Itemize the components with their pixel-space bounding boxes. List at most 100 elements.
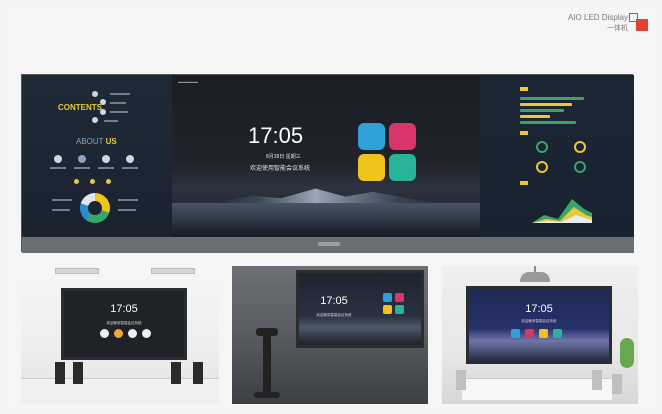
wide-led-display: CONTENTS ABOUT US ▬▬▬▬▬ 17:05 8月28日 星期三 … — [21, 74, 634, 253]
display-bezel — [22, 237, 634, 253]
bar-graphic — [520, 121, 576, 124]
bullet-icon — [90, 179, 95, 184]
node-graphic — [574, 141, 586, 153]
about-word: US — [105, 137, 117, 146]
clock-date: 8月28日 星期三 — [266, 154, 301, 160]
app-icon — [553, 329, 562, 338]
left-infographic-pane: CONTENTS ABOUT US — [22, 75, 172, 237]
node-graphic — [536, 161, 548, 173]
chair-graphic — [73, 362, 83, 384]
brand-block: AIO LED Display 一体机 — [568, 12, 628, 34]
lake-background — [172, 203, 480, 237]
bezel-logo-icon — [318, 242, 340, 246]
contents-node-icon — [100, 109, 106, 115]
clock-time: 17:05 — [248, 123, 304, 148]
text-line — [122, 167, 138, 169]
panel-subtitle: 欢迎使用智能会议系统 — [106, 321, 142, 325]
stand-pole-graphic — [263, 336, 271, 394]
apps-grid-icon[interactable] — [389, 154, 416, 181]
bar-graphic — [520, 109, 564, 112]
display-screen: CONTENTS ABOUT US ▬▬▬▬▬ 17:05 8月28日 星期三 … — [22, 75, 634, 237]
app-icon — [525, 329, 534, 338]
panel-time: 17:05 — [320, 295, 348, 307]
panel-time: 17:05 — [525, 303, 553, 315]
panel-time: 17:05 — [110, 303, 138, 315]
chart-tag — [520, 87, 528, 91]
welcome-text: 欢迎使用智能会议系统 — [250, 166, 311, 172]
display-panel: 17:05 欢迎使用智能会议系统 — [466, 286, 612, 364]
brand-title: AIO LED Display — [567, 13, 628, 22]
about-prefix: ABOUT — [76, 137, 104, 146]
about-us-title: ABOUT US — [76, 137, 117, 146]
app-icon — [539, 329, 548, 338]
decorative-red-square-icon — [636, 19, 648, 31]
brand-subtitle: 一体机 — [607, 25, 628, 32]
bar-graphic — [520, 115, 550, 118]
chair-graphic — [171, 362, 181, 384]
about-icon — [102, 155, 110, 163]
app-icon — [511, 329, 520, 338]
bullet-icon — [74, 179, 79, 184]
photo-meeting-room-2: 17:05 欢迎使用智能会议系统 — [442, 266, 638, 404]
display-panel: 17:05 欢迎使用智能会议系统 — [296, 270, 424, 348]
stand-top-graphic — [256, 328, 278, 336]
text-line — [110, 93, 130, 95]
app-icon — [114, 329, 123, 338]
bullet-icon — [106, 179, 111, 184]
panel-subtitle: 欢迎使用智能会议系统 — [521, 319, 557, 323]
app-tiles — [358, 123, 418, 183]
text-line — [118, 199, 138, 201]
text-line — [110, 111, 128, 113]
app-icon — [395, 293, 404, 302]
mountain-background — [212, 188, 442, 203]
contents-node-icon — [92, 117, 98, 123]
pendant-lamp-icon — [520, 272, 550, 282]
donut-graphic — [80, 193, 110, 223]
text-line — [110, 102, 126, 104]
text-line — [52, 209, 70, 211]
chair-graphic — [592, 370, 602, 390]
app-icon — [395, 305, 404, 314]
text-line — [104, 120, 118, 122]
contents-title: CONTENTS — [58, 103, 102, 112]
status-strip: ▬▬▬▬▬ — [178, 79, 198, 84]
panel-subtitle: 欢迎使用智能会议系统 — [316, 313, 352, 317]
about-icon — [126, 155, 134, 163]
photo-meeting-room-1: 17:05 欢迎使用智能会议系统 — [21, 266, 219, 404]
app-icon — [383, 293, 392, 302]
whiteboard-icon[interactable] — [389, 123, 416, 150]
chart-tag — [520, 181, 528, 185]
text-line — [52, 199, 72, 201]
bar-graphic — [520, 103, 572, 106]
app-icon — [383, 305, 392, 314]
about-icon — [78, 155, 86, 163]
chair-graphic — [612, 374, 622, 394]
files-icon[interactable] — [358, 154, 385, 181]
app-icon — [128, 329, 137, 338]
right-chart-pane — [480, 75, 634, 237]
contents-node-icon — [92, 91, 98, 97]
area-chart-graphic — [532, 199, 592, 223]
text-line — [118, 209, 136, 211]
plant-graphic — [620, 338, 634, 368]
bar-graphic — [520, 97, 584, 100]
text-line — [98, 167, 114, 169]
app-icon — [142, 329, 151, 338]
photo-display-stand: 17:05 欢迎使用智能会议系统 — [232, 266, 428, 404]
conference-table-graphic — [462, 378, 612, 400]
app-icon — [100, 329, 109, 338]
display-panel: 17:05 欢迎使用智能会议系统 — [61, 288, 187, 360]
desk-graphic — [21, 378, 219, 404]
center-meeting-pane: ▬▬▬▬▬ 17:05 8月28日 星期三 欢迎使用智能会议系统 — [172, 75, 480, 237]
video-conference-icon[interactable] — [358, 123, 385, 150]
contents-node-icon — [100, 99, 106, 105]
ceiling-light-icon — [151, 268, 195, 274]
chair-graphic — [456, 370, 466, 390]
ceiling-light-icon — [55, 268, 99, 274]
stand-base-graphic — [254, 392, 280, 398]
about-icon — [54, 155, 62, 163]
chair-graphic — [55, 362, 65, 384]
text-line — [74, 167, 90, 169]
chair-graphic — [193, 362, 203, 384]
text-line — [50, 167, 66, 169]
